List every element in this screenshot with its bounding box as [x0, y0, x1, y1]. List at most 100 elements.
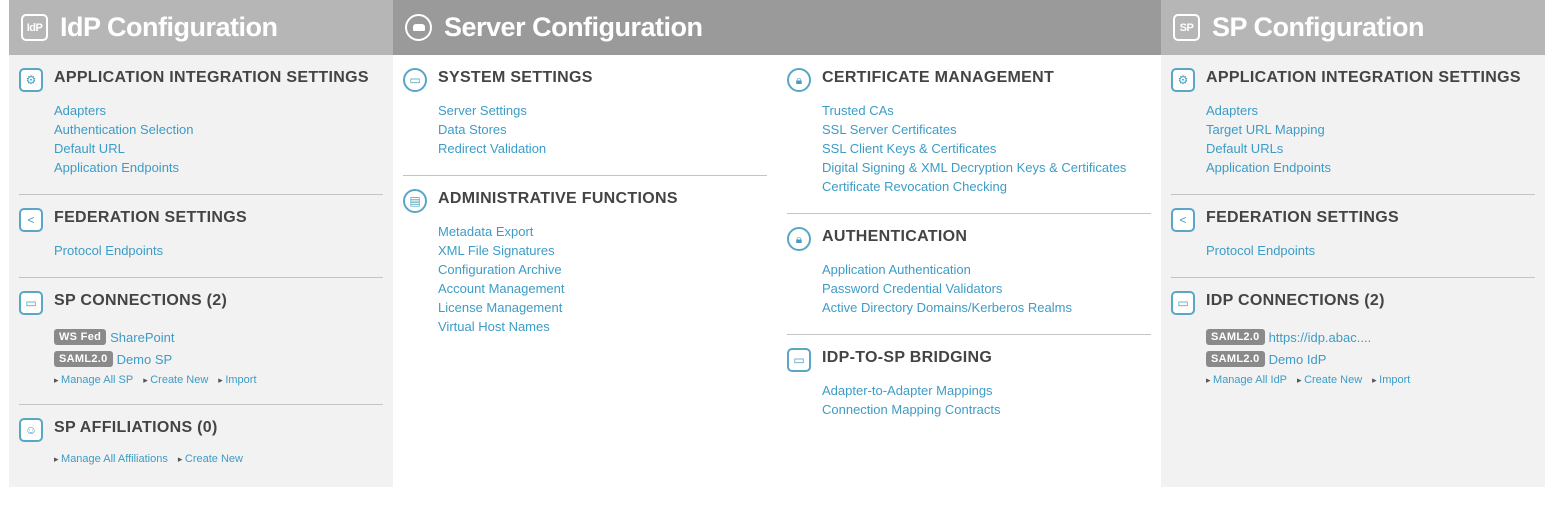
- sp-connection-link[interactable]: SharePoint: [110, 330, 174, 345]
- idp-connection-link[interactable]: https://idp.abac....: [1269, 330, 1372, 345]
- share-icon: <: [19, 208, 43, 232]
- idp-configuration-panel: IdP IdP Configuration ⚙ APPLICATION INTE…: [9, 0, 393, 487]
- server-configuration-panel: Server Configuration ▭ SYSTEM SETTINGS S…: [393, 0, 1161, 487]
- idp-default-url-link[interactable]: Default URL: [54, 139, 383, 158]
- sp-adapters-link[interactable]: Adapters: [1206, 101, 1535, 120]
- create-new-idp-link[interactable]: Create New: [1297, 374, 1362, 386]
- people-icon: ☺: [19, 418, 43, 442]
- sp-icon: SP: [1173, 14, 1200, 41]
- server-configuration-title: Server Configuration: [444, 12, 703, 42]
- section-title: FEDERATION SETTINGS: [54, 209, 247, 226]
- divider: [1171, 194, 1535, 195]
- book-icon: ▤: [403, 189, 427, 213]
- manage-all-sp-link[interactable]: Manage All SP: [54, 374, 133, 386]
- connection-icon: ▭: [1171, 291, 1195, 315]
- section-title: ADMINISTRATIVE FUNCTIONS: [438, 190, 678, 207]
- sp-connection-link[interactable]: Demo SP: [117, 352, 173, 367]
- sp-configuration-panel: SP SP Configuration ⚙ APPLICATION INTEGR…: [1161, 0, 1545, 487]
- gear-icon: ⚙: [19, 68, 43, 92]
- protocol-badge: SAML2.0: [54, 351, 113, 367]
- manage-all-affiliations-link[interactable]: Manage All Affiliations: [54, 453, 168, 465]
- digital-signing-keys-link[interactable]: Digital Signing & XML Decryption Keys & …: [822, 158, 1151, 177]
- xml-file-signatures-link[interactable]: XML File Signatures: [438, 241, 767, 260]
- idp-connection-row: SAML2.0 Demo IdP: [1206, 348, 1535, 370]
- redirect-validation-link[interactable]: Redirect Validation: [438, 139, 767, 158]
- idp-application-endpoints-link[interactable]: Application Endpoints: [54, 158, 383, 177]
- server-icon: [405, 14, 432, 41]
- share-icon: <: [1171, 208, 1195, 232]
- connection-mapping-contracts-link[interactable]: Connection Mapping Contracts: [822, 400, 1151, 419]
- certificate-revocation-link[interactable]: Certificate Revocation Checking: [822, 177, 1151, 196]
- sp-application-endpoints-link[interactable]: Application Endpoints: [1206, 158, 1535, 177]
- section-title: APPLICATION INTEGRATION SETTINGS: [54, 69, 369, 86]
- account-management-link[interactable]: Account Management: [438, 279, 767, 298]
- bridge-icon: ▭: [787, 348, 811, 372]
- section-title: IDP-TO-SP BRIDGING: [822, 349, 993, 366]
- divider: [787, 334, 1151, 335]
- import-sp-link[interactable]: Import: [218, 374, 256, 386]
- idp-to-sp-bridging-section: ▭ IDP-TO-SP BRIDGING Adapter-to-Adapter …: [787, 348, 1151, 419]
- metadata-export-link[interactable]: Metadata Export: [438, 222, 767, 241]
- section-title: SYSTEM SETTINGS: [438, 69, 593, 86]
- idp-configuration-header[interactable]: IdP IdP Configuration: [9, 0, 393, 55]
- divider: [19, 277, 383, 278]
- sp-default-urls-link[interactable]: Default URLs: [1206, 139, 1535, 158]
- sp-affiliations-section: ☺ SP AFFILIATIONS (0) Manage All Affilia…: [19, 418, 383, 465]
- section-title: AUTHENTICATION: [822, 228, 968, 245]
- sp-configuration-header[interactable]: SP SP Configuration: [1161, 0, 1545, 55]
- data-stores-link[interactable]: Data Stores: [438, 120, 767, 139]
- idp-icon: IdP: [21, 14, 48, 41]
- divider: [787, 213, 1151, 214]
- ssl-server-certificates-link[interactable]: SSL Server Certificates: [822, 120, 1151, 139]
- sp-protocol-endpoints-link[interactable]: Protocol Endpoints: [1206, 241, 1535, 260]
- application-authentication-link[interactable]: Application Authentication: [822, 260, 1151, 279]
- section-title: APPLICATION INTEGRATION SETTINGS: [1206, 69, 1521, 86]
- server-settings-link[interactable]: Server Settings: [438, 101, 767, 120]
- divider: [1171, 277, 1535, 278]
- section-title: SP AFFILIATIONS (0): [54, 419, 218, 436]
- administrative-functions-section: ▤ ADMINISTRATIVE FUNCTIONS Metadata Expo…: [403, 189, 767, 336]
- sp-app-integration-section: ⚙ APPLICATION INTEGRATION SETTINGS Adapt…: [1171, 68, 1535, 177]
- trusted-cas-link[interactable]: Trusted CAs: [822, 101, 1151, 120]
- ssl-client-keys-link[interactable]: SSL Client Keys & Certificates: [822, 139, 1151, 158]
- license-management-link[interactable]: License Management: [438, 298, 767, 317]
- lock-icon: 🔒︎: [787, 68, 811, 92]
- authentication-section: 🔒︎ AUTHENTICATION Application Authentica…: [787, 227, 1151, 317]
- password-credential-validators-link[interactable]: Password Credential Validators: [822, 279, 1151, 298]
- idp-federation-section: < FEDERATION SETTINGS Protocol Endpoints: [19, 208, 383, 260]
- sp-federation-section: < FEDERATION SETTINGS Protocol Endpoints: [1171, 208, 1535, 260]
- idp-authentication-selection-link[interactable]: Authentication Selection: [54, 120, 383, 139]
- idp-configuration-title: IdP Configuration: [60, 12, 278, 42]
- idp-connection-row: SAML2.0 https://idp.abac....: [1206, 326, 1535, 348]
- section-title: CERTIFICATE MANAGEMENT: [822, 69, 1055, 86]
- target-url-mapping-link[interactable]: Target URL Mapping: [1206, 120, 1535, 139]
- connection-icon: ▭: [19, 291, 43, 315]
- import-idp-link[interactable]: Import: [1372, 374, 1410, 386]
- protocol-badge: SAML2.0: [1206, 351, 1265, 367]
- active-directory-domains-link[interactable]: Active Directory Domains/Kerberos Realms: [822, 298, 1151, 317]
- adapter-to-adapter-mappings-link[interactable]: Adapter-to-Adapter Mappings: [822, 381, 1151, 400]
- sp-configuration-title: SP Configuration: [1212, 12, 1425, 42]
- idp-adapters-link[interactable]: Adapters: [54, 101, 383, 120]
- configuration-archive-link[interactable]: Configuration Archive: [438, 260, 767, 279]
- gear-icon: ⚙: [1171, 68, 1195, 92]
- idp-connection-link[interactable]: Demo IdP: [1269, 352, 1327, 367]
- monitor-icon: ▭: [403, 68, 427, 92]
- sp-connections-section: ▭ SP CONNECTIONS (2) WS Fed SharePoint S…: [19, 291, 383, 386]
- idp-protocol-endpoints-link[interactable]: Protocol Endpoints: [54, 241, 383, 260]
- protocol-badge: WS Fed: [54, 329, 107, 345]
- idp-connections-section: ▭ IDP CONNECTIONS (2) SAML2.0 https://id…: [1171, 291, 1535, 386]
- certificate-management-section: 🔒︎ CERTIFICATE MANAGEMENT Trusted CAs SS…: [787, 68, 1151, 196]
- sp-connection-row: WS Fed SharePoint: [54, 326, 383, 348]
- section-title: IDP CONNECTIONS (2): [1206, 292, 1385, 309]
- virtual-host-names-link[interactable]: Virtual Host Names: [438, 317, 767, 336]
- system-settings-section: ▭ SYSTEM SETTINGS Server Settings Data S…: [403, 68, 767, 158]
- divider: [403, 175, 767, 176]
- create-new-sp-link[interactable]: Create New: [143, 374, 208, 386]
- create-new-affiliation-link[interactable]: Create New: [178, 453, 243, 465]
- manage-all-idp-link[interactable]: Manage All IdP: [1206, 374, 1287, 386]
- lock-icon: 🔒︎: [787, 227, 811, 251]
- section-title: FEDERATION SETTINGS: [1206, 209, 1399, 226]
- protocol-badge: SAML2.0: [1206, 329, 1265, 345]
- server-configuration-header[interactable]: Server Configuration: [393, 0, 1161, 55]
